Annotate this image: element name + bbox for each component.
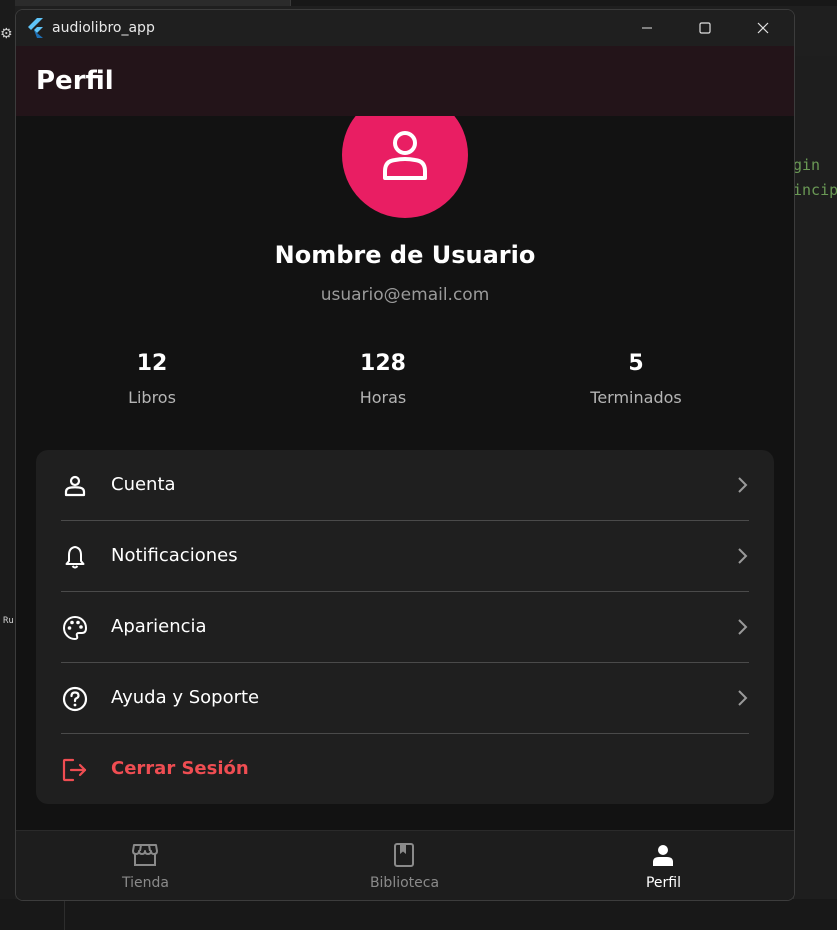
close-icon <box>757 22 769 34</box>
gear-icon: ⚙ <box>0 26 13 42</box>
menu-item-apariencia[interactable]: Apariencia <box>36 592 774 662</box>
bell-icon <box>61 543 89 571</box>
chevron-right-icon <box>738 619 748 635</box>
user-email: usuario@email.com <box>320 285 490 305</box>
flutter-logo-icon <box>28 18 43 38</box>
background-code-line: incip <box>793 181 837 199</box>
menu-item-ayuda[interactable]: Ayuda y Soporte <box>36 663 774 733</box>
stat-label: Terminados <box>590 388 682 407</box>
palette-icon <box>61 614 89 642</box>
background-editor-tabbar <box>0 0 837 6</box>
chevron-right-icon <box>738 477 748 493</box>
book-icon <box>389 841 419 869</box>
background-code-line: gin <box>793 156 821 174</box>
close-button[interactable] <box>734 10 792 46</box>
window-title: audiolibro_app <box>52 20 155 36</box>
minimize-button[interactable] <box>618 10 676 46</box>
app-window: audiolibro_app Perfil Nombre de Usuario … <box>15 9 795 901</box>
stat-label: Horas <box>359 388 407 407</box>
stat-value: 128 <box>360 351 406 376</box>
nav-item-biblioteca[interactable]: Biblioteca <box>275 831 534 900</box>
stat-value: 12 <box>136 351 168 376</box>
menu-item-label: Cuenta <box>111 474 176 495</box>
chevron-right-icon <box>738 690 748 706</box>
store-icon <box>130 841 160 869</box>
stat-horas: 128 Horas <box>283 351 483 407</box>
person-icon <box>61 472 89 500</box>
nav-label: Biblioteca <box>369 875 440 891</box>
chevron-right-icon <box>738 548 748 564</box>
window-titlebar[interactable]: audiolibro_app <box>16 10 794 46</box>
background-left-panel <box>0 0 15 930</box>
maximize-icon <box>699 22 711 34</box>
stat-label: Libros <box>128 388 176 407</box>
background-side-label: Ru <box>3 616 14 626</box>
profile-screen: Perfil Nombre de Usuario usuario@email.c… <box>16 46 794 830</box>
nav-label: Tienda <box>122 875 169 891</box>
person-icon <box>648 841 678 869</box>
menu-item-label: Notificaciones <box>111 545 238 566</box>
nav-item-perfil[interactable]: Perfil <box>534 831 793 900</box>
minimize-icon <box>642 27 652 29</box>
menu-item-label: Cerrar Sesión <box>111 758 249 779</box>
background-bottom-panel <box>0 899 837 930</box>
bottom-navigation: Tienda Biblioteca Perfil <box>16 830 794 900</box>
maximize-button[interactable] <box>676 10 734 46</box>
nav-item-tienda[interactable]: Tienda <box>16 831 275 900</box>
logout-icon <box>61 756 89 784</box>
app-bar: Perfil <box>16 46 794 116</box>
nav-label: Perfil <box>645 875 682 891</box>
stat-terminados: 5 Terminados <box>536 351 736 407</box>
person-icon <box>383 131 427 180</box>
menu-item-label: Apariencia <box>111 616 207 637</box>
user-name: Nombre de Usuario <box>274 241 536 269</box>
menu-item-label: Ayuda y Soporte <box>111 687 260 708</box>
settings-menu: Cuenta Notificaciones Apariencia Ayuda y… <box>36 450 774 804</box>
stat-value: 5 <box>628 351 644 376</box>
help-icon <box>61 685 89 713</box>
stat-libros: 12 Libros <box>52 351 252 407</box>
page-title: Perfil <box>36 66 114 96</box>
logout-button[interactable]: Cerrar Sesión <box>36 734 774 804</box>
menu-item-notificaciones[interactable]: Notificaciones <box>36 521 774 591</box>
menu-item-cuenta[interactable]: Cuenta <box>36 450 774 520</box>
